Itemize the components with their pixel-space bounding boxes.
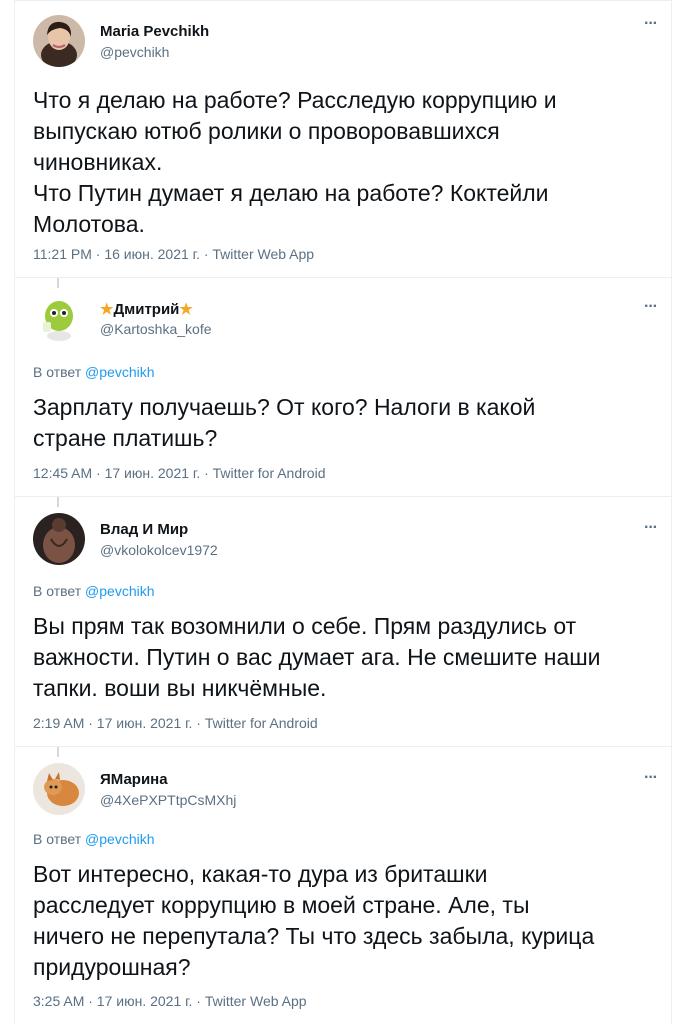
reply-tweet-card[interactable]: ★Дмитрий★ @Kartoshka_kofe ··· В ответ @p… <box>14 277 672 496</box>
more-options-icon[interactable]: ··· <box>644 520 658 536</box>
thread-connector <box>57 747 59 757</box>
tweet-text: Вы прям так возомнили о себе. Прям разду… <box>33 613 601 701</box>
mention-link[interactable]: @pevchikh <box>85 583 154 599</box>
avatar[interactable] <box>33 292 85 344</box>
display-name[interactable]: Влад И Мир <box>100 521 188 538</box>
tweet-text: Зарплату получаешь? От кого? Налоги в ка… <box>33 394 536 451</box>
more-options-icon[interactable]: ··· <box>644 16 658 32</box>
tweet-text: Вот интересно, какая-то дура из бриташки… <box>33 861 595 980</box>
avatar[interactable] <box>33 15 85 67</box>
display-name[interactable]: ЯМарина <box>100 771 168 788</box>
thread-connector <box>57 278 59 288</box>
avatar[interactable] <box>33 513 85 565</box>
tweet-timestamp[interactable]: 2:19 AM · 17 июн. 2021 г. · Twitter for … <box>33 715 318 731</box>
display-name[interactable]: Maria Pevchikh <box>100 23 209 40</box>
star-icon: ★ <box>179 301 193 318</box>
tweet-card[interactable]: Maria Pevchikh @pevchikh ··· Что я делаю… <box>14 0 672 277</box>
reply-tweet-card[interactable]: ЯМарина @4XePXPTtpCsMXhj ··· В ответ @pe… <box>14 746 672 1024</box>
mention-link[interactable]: @pevchikh <box>85 364 154 380</box>
tweet-timestamp[interactable]: 12:45 AM · 17 июн. 2021 г. · Twitter for… <box>33 465 325 481</box>
tweet-text: Что я делаю на работе? Расследую коррупц… <box>33 87 557 237</box>
tweet-timestamp[interactable]: 11:21 PM · 16 июн. 2021 г. · Twitter Web… <box>33 246 314 262</box>
avatar[interactable] <box>33 763 85 815</box>
reply-tweet-card[interactable]: Влад И Мир @vkolokolcev1972 ··· В ответ … <box>14 496 672 746</box>
user-handle[interactable]: @pevchikh <box>100 44 169 60</box>
tweet-thread: Maria Pevchikh @pevchikh ··· Что я делаю… <box>0 0 679 1024</box>
user-handle[interactable]: @vkolokolcev1972 <box>100 542 218 558</box>
star-icon: ★ <box>100 301 114 318</box>
display-name[interactable]: ★Дмитрий★ <box>100 300 193 318</box>
thread-connector <box>57 497 59 507</box>
user-handle[interactable]: @4XePXPTtpCsMXhj <box>100 792 236 808</box>
more-options-icon[interactable]: ··· <box>644 770 658 786</box>
user-handle[interactable]: @Kartoshka_kofe <box>100 321 212 337</box>
tweet-timestamp[interactable]: 3:25 AM · 17 июн. 2021 г. · Twitter Web … <box>33 993 307 1009</box>
reply-context: В ответ @pevchikh <box>33 364 155 380</box>
mention-link[interactable]: @pevchikh <box>85 831 154 847</box>
reply-context: В ответ @pevchikh <box>33 831 155 847</box>
more-options-icon[interactable]: ··· <box>644 299 658 315</box>
reply-context: В ответ @pevchikh <box>33 583 155 599</box>
